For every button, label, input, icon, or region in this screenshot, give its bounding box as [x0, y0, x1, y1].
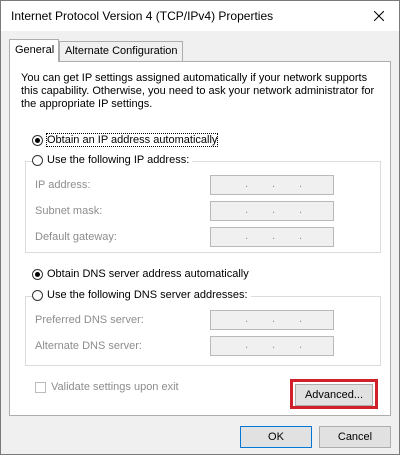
checkbox-indicator [35, 381, 46, 393]
use-following-ip-radio[interactable]: Use the following IP address: [32, 154, 193, 166]
close-button[interactable] [359, 1, 399, 31]
subnet-mask-input[interactable]: ... [210, 201, 334, 221]
alternate-dns-input[interactable]: ... [210, 336, 334, 356]
tab-general-label: General [15, 44, 55, 56]
cancel-button[interactable]: Cancel [319, 426, 391, 448]
ok-button-label: OK [268, 431, 284, 443]
title-bar: Internet Protocol Version 4 (TCP/IPv4) P… [1, 1, 399, 31]
radio-indicator [32, 134, 43, 146]
obtain-dns-automatically-label: Obtain DNS server address automatically [47, 268, 249, 280]
subnet-mask-label: Subnet mask: [35, 205, 103, 217]
use-following-ip-label: Use the following IP address: [47, 154, 190, 166]
obtain-dns-automatically-radio[interactable]: Obtain DNS server address automatically [32, 268, 249, 280]
ip-address-input[interactable]: ... [210, 175, 334, 195]
tab-general[interactable]: General [9, 39, 59, 62]
default-gateway-label: Default gateway: [35, 231, 117, 243]
close-icon [374, 11, 384, 21]
use-following-dns-label: Use the following DNS server addresses: [47, 289, 248, 301]
obtain-ip-automatically-label: Obtain an IP address automatically [45, 133, 219, 147]
tab-alternate-configuration[interactable]: Alternate Configuration [59, 41, 183, 61]
preferred-dns-input[interactable]: ... [210, 310, 334, 330]
cancel-button-label: Cancel [337, 431, 373, 443]
advanced-button[interactable]: Advanced... [295, 384, 373, 406]
window-title: Internet Protocol Version 4 (TCP/IPv4) P… [11, 9, 274, 23]
radio-indicator [32, 154, 43, 166]
default-gateway-input[interactable]: ... [210, 227, 334, 247]
validate-settings-label: Validate settings upon exit [51, 381, 179, 393]
properties-dialog: Internet Protocol Version 4 (TCP/IPv4) P… [0, 0, 400, 455]
radio-indicator [32, 289, 43, 301]
obtain-ip-automatically-radio[interactable]: Obtain an IP address automatically [32, 133, 219, 147]
radio-indicator [32, 268, 43, 280]
tab-alternate-configuration-label: Alternate Configuration [65, 45, 178, 57]
description-text: You can get IP settings assigned automat… [21, 72, 375, 110]
use-following-dns-radio[interactable]: Use the following DNS server addresses: [32, 289, 251, 301]
validate-settings-checkbox[interactable]: Validate settings upon exit [35, 381, 179, 393]
advanced-button-label: Advanced... [304, 389, 364, 401]
alternate-dns-label: Alternate DNS server: [35, 340, 142, 352]
preferred-dns-label: Preferred DNS server: [35, 314, 144, 326]
ip-address-label: IP address: [35, 179, 91, 191]
ok-button[interactable]: OK [240, 426, 312, 448]
